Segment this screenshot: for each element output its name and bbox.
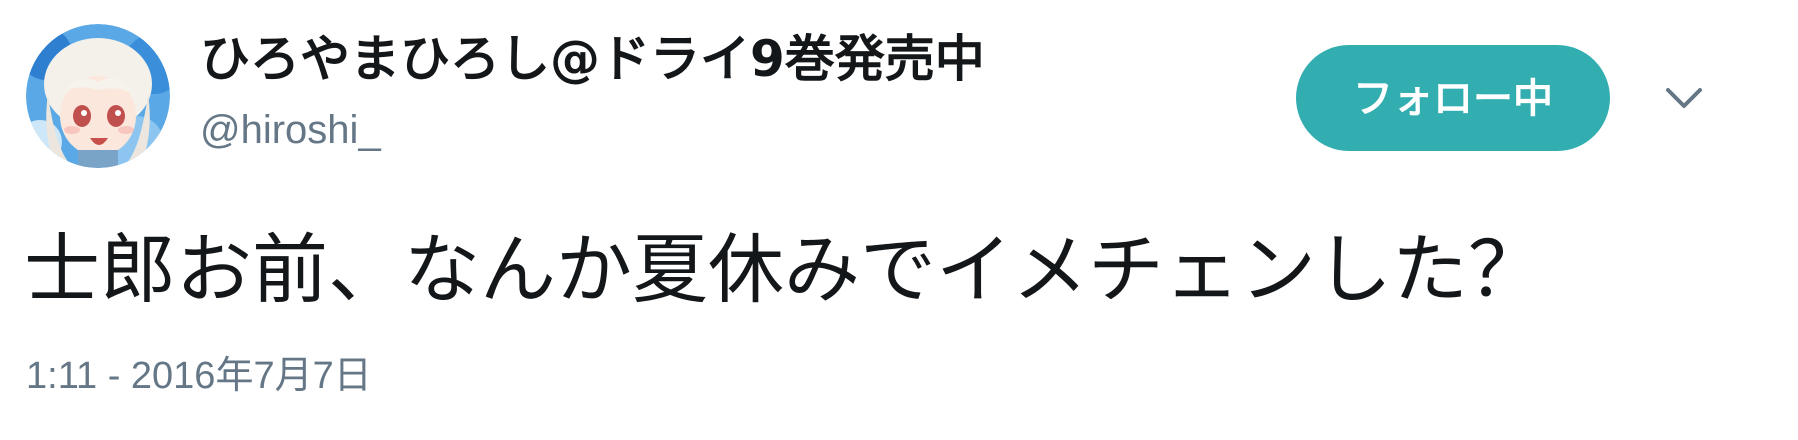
tweet-timestamp[interactable]: 1:11 - 2016年7月7日 xyxy=(26,352,372,400)
avatar[interactable] xyxy=(26,24,170,168)
following-button[interactable]: フォロー中 xyxy=(1296,45,1610,151)
chevron-down-icon[interactable] xyxy=(1662,80,1706,116)
author-screen-name[interactable]: @hiroshi_ xyxy=(200,106,381,154)
avatar-image xyxy=(26,24,170,168)
author-display-name[interactable]: ひろやまひろし@ドライ9巻発売中 xyxy=(200,28,985,90)
tweet-text: 士郎お前、なんか夏休みでイメチェンした？ xyxy=(24,225,1544,314)
